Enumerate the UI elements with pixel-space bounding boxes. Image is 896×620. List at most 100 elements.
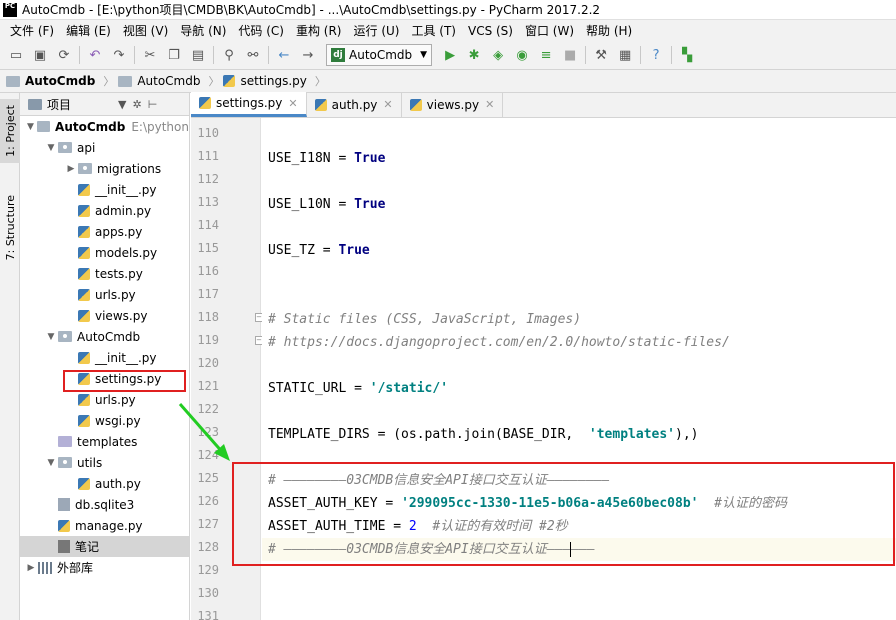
folder-icon: [6, 75, 20, 87]
tree-item[interactable]: wsgi.py: [20, 410, 189, 431]
tree-item[interactable]: ▶ 外部库: [20, 557, 189, 578]
coverage-icon[interactable]: ◈: [488, 45, 508, 65]
chevron-right-icon[interactable]: ▶: [64, 164, 78, 174]
tree-item[interactable]: ▼ AutoCmdb E:\python: [20, 116, 189, 137]
menu-refactor[interactable]: 重构 (R): [290, 22, 348, 39]
help-icon[interactable]: ?: [646, 45, 666, 65]
code-line[interactable]: USE_L10N = True: [268, 193, 385, 216]
tree-item[interactable]: admin.py: [20, 200, 189, 221]
project-structure-icon[interactable]: ▦: [615, 45, 635, 65]
tree-item[interactable]: templates: [20, 431, 189, 452]
tree-item[interactable]: __init__.py: [20, 347, 189, 368]
tree-item[interactable]: 笔记: [20, 536, 189, 557]
python-file-icon: [78, 477, 90, 490]
tree-item[interactable]: ▼ api: [20, 137, 189, 158]
tab-project[interactable]: 1: Project: [0, 99, 20, 163]
tree-item[interactable]: urls.py: [20, 389, 189, 410]
chevron-right-icon[interactable]: ▶: [24, 563, 38, 573]
hide-panel-icon[interactable]: ⊢: [148, 98, 158, 111]
profile-icon[interactable]: ◉: [512, 45, 532, 65]
menu-run[interactable]: 运行 (U): [348, 22, 406, 39]
breadcrumb-file[interactable]: settings.py: [223, 74, 307, 88]
python-file-icon: [78, 246, 90, 259]
tree-item[interactable]: ▼ AutoCmdb: [20, 326, 189, 347]
menu-window[interactable]: 窗口 (W): [519, 22, 580, 39]
forward-icon[interactable]: →: [298, 45, 318, 65]
code-line[interactable]: USE_TZ = True: [268, 239, 370, 262]
breadcrumb-root[interactable]: AutoCmdb: [6, 74, 95, 88]
find-icon[interactable]: ⚲: [219, 45, 239, 65]
project-view-select[interactable]: 项目: [47, 96, 71, 113]
close-icon[interactable]: ✕: [383, 98, 392, 111]
stop-icon[interactable]: ■: [560, 45, 580, 65]
code-line[interactable]: # Static files (CSS, JavaScript, Images): [268, 308, 581, 331]
menu-help[interactable]: 帮助 (H): [580, 22, 638, 39]
menu-code[interactable]: 代码 (C): [232, 22, 290, 39]
line-number: 112: [197, 172, 219, 186]
menu-file[interactable]: 文件 (F): [4, 22, 60, 39]
run-config-select[interactable]: dj AutoCmdb ▼: [326, 44, 433, 66]
gear-icon[interactable]: ✲: [132, 98, 141, 111]
chevron-down-icon[interactable]: ▼: [44, 332, 58, 342]
code-token: USE_L10N =: [268, 197, 355, 212]
chevron-down-icon[interactable]: ▼: [24, 122, 37, 132]
run-icon[interactable]: ▶: [440, 45, 460, 65]
toolbar-divider: [134, 46, 135, 64]
tree-item[interactable]: manage.py: [20, 515, 189, 536]
menu-vcs[interactable]: VCS (S): [462, 24, 519, 38]
tree-item[interactable]: ▼ utils: [20, 452, 189, 473]
code-token: 'templates': [588, 427, 675, 442]
tree-item[interactable]: urls.py: [20, 284, 189, 305]
menu-tools[interactable]: 工具 (T): [405, 22, 462, 39]
tree-item[interactable]: __init__.py: [20, 179, 189, 200]
tab-structure[interactable]: 7: Structure: [0, 185, 20, 271]
chevron-down-icon[interactable]: ▼: [118, 98, 126, 111]
project-view-icon: [28, 98, 42, 110]
code-line[interactable]: TEMPLATE_DIRS = (os.path.join(BASE_DIR, …: [268, 423, 698, 446]
chevron-down-icon[interactable]: ▼: [44, 143, 58, 153]
redo-icon[interactable]: ↷: [109, 45, 129, 65]
tree-item-label: __init__.py: [95, 350, 157, 365]
breadcrumb-package[interactable]: AutoCmdb: [118, 74, 200, 88]
line-number: 119: [197, 333, 219, 347]
tree-item[interactable]: models.py: [20, 242, 189, 263]
breadcrumb-separator: 〉: [208, 75, 220, 88]
tree-item-label: models.py: [95, 245, 158, 260]
chevron-down-icon[interactable]: ▼: [44, 458, 58, 468]
concurrency-icon[interactable]: ≡: [536, 45, 556, 65]
cut-icon[interactable]: ✂: [140, 45, 160, 65]
save-icon[interactable]: ▣: [30, 45, 50, 65]
close-icon[interactable]: ✕: [485, 98, 494, 111]
toolbar-divider: [585, 46, 587, 64]
tree-item[interactable]: db.sqlite3: [20, 494, 189, 515]
menu-bar: 文件 (F) 编辑 (E) 视图 (V) 导航 (N) 代码 (C) 重构 (R) 运行 (…: [0, 20, 896, 41]
python-file-icon: [78, 267, 90, 280]
menu-navigate[interactable]: 导航 (N): [174, 22, 232, 39]
close-icon[interactable]: ✕: [288, 97, 297, 110]
replace-icon[interactable]: ⚯: [243, 45, 263, 65]
copy-icon[interactable]: ❐: [164, 45, 184, 65]
paste-icon[interactable]: ▤: [188, 45, 208, 65]
editor-tab[interactable]: views.py ✕: [402, 92, 504, 117]
menu-edit[interactable]: 编辑 (E): [60, 22, 117, 39]
python-file-icon: [58, 519, 70, 532]
menu-view[interactable]: 视图 (V): [117, 22, 174, 39]
sync-icon[interactable]: ⟳: [54, 45, 74, 65]
code-line[interactable]: # https://docs.djangoproject.com/en/2.0/…: [268, 331, 730, 354]
settings-wrench-icon[interactable]: ⚒: [591, 45, 611, 65]
tree-item[interactable]: views.py: [20, 305, 189, 326]
plugin-icon[interactable]: ▚: [677, 45, 697, 65]
tree-item[interactable]: apps.py: [20, 221, 189, 242]
toolbar-divider: [213, 46, 214, 64]
code-line[interactable]: STATIC_URL = '/static/': [268, 377, 448, 400]
editor-tab[interactable]: auth.py ✕: [307, 92, 402, 117]
tree-item[interactable]: auth.py: [20, 473, 189, 494]
tree-item[interactable]: ▶ migrations: [20, 158, 189, 179]
code-line[interactable]: USE_I18N = True: [268, 147, 385, 170]
undo-icon[interactable]: ↶: [85, 45, 105, 65]
editor-tab[interactable]: settings.py ✕: [191, 92, 307, 117]
debug-icon[interactable]: ✱: [464, 45, 484, 65]
open-folder-icon[interactable]: ▭: [6, 45, 26, 65]
tree-item[interactable]: tests.py: [20, 263, 189, 284]
back-icon[interactable]: ←: [274, 45, 294, 65]
